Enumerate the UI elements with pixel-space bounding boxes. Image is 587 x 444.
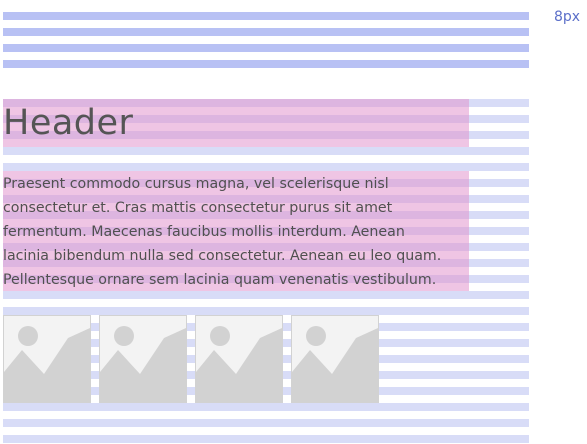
image-thumbnail [3, 315, 91, 403]
image-placeholder-icon [292, 326, 378, 402]
grid-line [3, 403, 529, 411]
image-thumbnail [99, 315, 187, 403]
body-paragraph: Praesent commodo cursus magna, vel scele… [3, 172, 467, 292]
image-thumbnail [195, 315, 283, 403]
image-placeholder-icon [100, 326, 186, 402]
grid-line [3, 419, 529, 427]
header-title: Header [3, 103, 134, 143]
grid-line [3, 435, 529, 443]
paragraph-line: consectetur et. Cras mattis consectetur … [3, 200, 393, 216]
grid-line [3, 12, 529, 20]
image-placeholder-icon [4, 326, 90, 402]
grid-line [3, 28, 529, 36]
grid-line [3, 163, 529, 171]
paragraph-line: lacinia bibendum nulla sed consectetur. … [3, 248, 442, 264]
paragraph-line: fermentum. Maecenas faucibus mollis inte… [3, 224, 405, 240]
grid-line [3, 291, 529, 299]
paragraph-line: Pellentesque ornare sem lacinia quam ven… [3, 272, 437, 288]
grid-line [3, 147, 529, 155]
grid-line [3, 307, 529, 315]
grid-line [3, 44, 529, 52]
paragraph-line: Praesent commodo cursus magna, vel scele… [3, 176, 389, 192]
image-placeholder-icon [196, 326, 282, 402]
image-thumbnail [291, 315, 379, 403]
grid-line [3, 60, 529, 68]
grid-unit-label: 8px [554, 9, 581, 25]
